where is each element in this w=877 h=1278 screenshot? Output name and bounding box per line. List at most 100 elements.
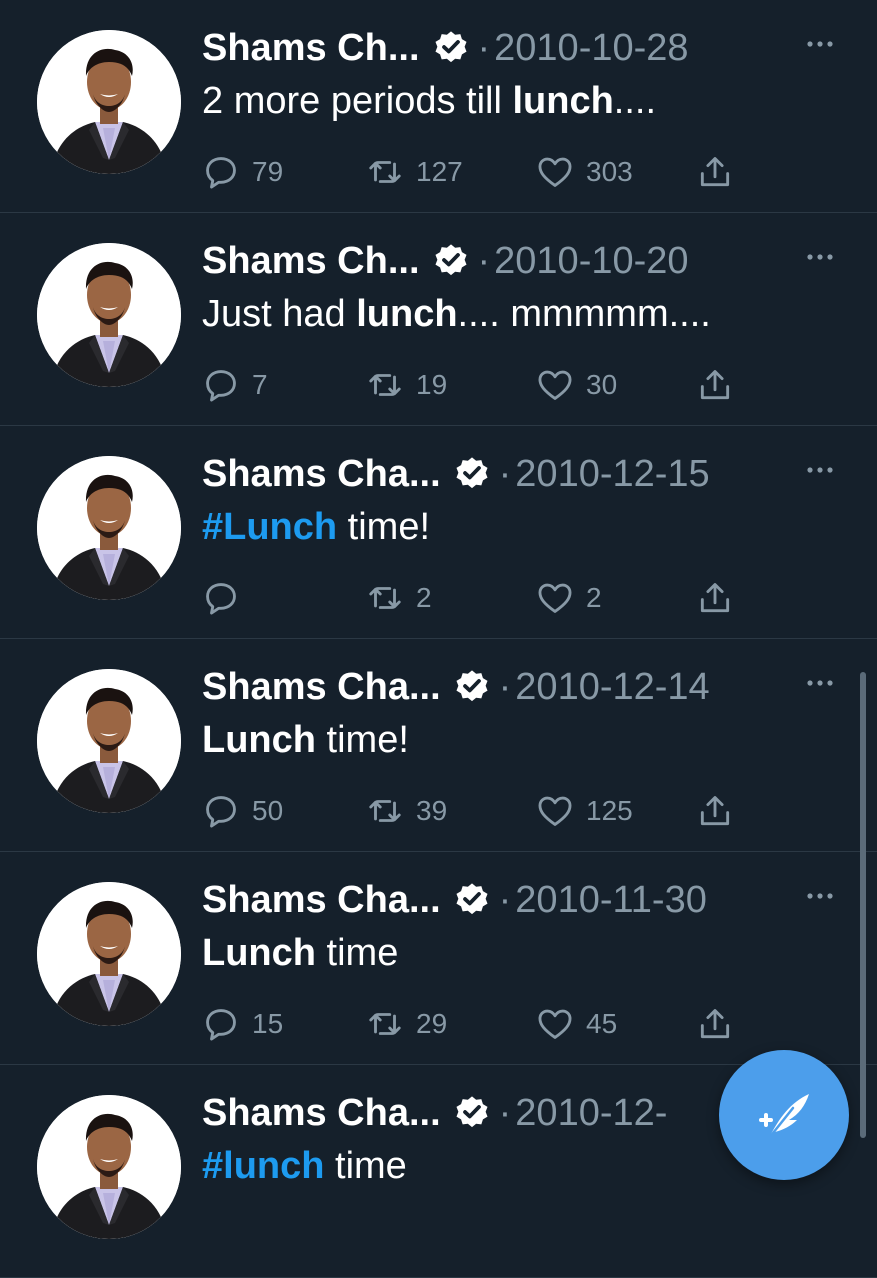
tweet-text: Lunch time! bbox=[202, 719, 409, 762]
avatar-photo bbox=[37, 30, 181, 174]
verified-badge-icon bbox=[456, 1096, 488, 1128]
more-options-icon[interactable] bbox=[805, 886, 835, 906]
dot-separator: · bbox=[477, 239, 491, 282]
like-count: 303 bbox=[586, 156, 633, 187]
tweet-header: Shams Ch... · 2010-10-28 bbox=[202, 22, 689, 74]
share-button[interactable] bbox=[696, 1004, 734, 1044]
like-button[interactable]: 125 bbox=[536, 791, 633, 831]
retweet-button[interactable]: 19 bbox=[366, 365, 447, 405]
tweet-row[interactable]: Shams Cha... · 2010-11-30 Lunch time 15 29 4… bbox=[0, 852, 877, 1065]
retweet-count: 19 bbox=[416, 369, 448, 400]
tweet-date[interactable]: 2010-11-30 bbox=[515, 879, 707, 922]
like-button[interactable]: 30 bbox=[536, 365, 617, 405]
retweet-button[interactable]: 2 bbox=[366, 578, 432, 618]
avatar[interactable] bbox=[37, 456, 181, 600]
reply-button[interactable]: 7 bbox=[202, 365, 268, 405]
dot-separator: · bbox=[498, 665, 512, 708]
tweet-text: Lunch time bbox=[202, 932, 398, 975]
retweet-button[interactable]: 39 bbox=[366, 791, 447, 831]
retweet-button[interactable]: 127 bbox=[366, 152, 463, 192]
tweet-text-segment: time bbox=[315, 932, 399, 974]
more-options-icon[interactable] bbox=[805, 247, 835, 267]
reply-button[interactable]: 15 bbox=[202, 1004, 283, 1044]
share-icon bbox=[700, 1009, 730, 1039]
tweet-text: Just had lunch.... mmmmm.... bbox=[202, 293, 711, 336]
scrollbar[interactable] bbox=[860, 672, 866, 1138]
tweet-text-segment: time! bbox=[337, 506, 431, 548]
tweet-date[interactable]: 2010-10-28 bbox=[494, 27, 688, 70]
avatar[interactable] bbox=[37, 243, 181, 387]
tweet-row[interactable]: Shams Cha... · 2010-12-15 #Lunch time! 2 2 bbox=[0, 426, 877, 639]
more-options-icon[interactable] bbox=[805, 460, 835, 480]
tweet-text-segment: time! bbox=[315, 719, 409, 761]
retweet-icon bbox=[369, 800, 401, 822]
more-options-icon[interactable] bbox=[805, 673, 835, 693]
heart-icon bbox=[538, 583, 572, 613]
share-icon bbox=[700, 370, 730, 400]
retweet-button[interactable]: 29 bbox=[366, 1004, 447, 1044]
avatar-photo bbox=[37, 1095, 181, 1239]
share-button[interactable] bbox=[696, 152, 734, 192]
dot-separator: · bbox=[498, 1091, 512, 1134]
reply-button[interactable] bbox=[202, 578, 252, 618]
highlighted-keyword: Lunch bbox=[202, 719, 316, 761]
compose-tweet-icon bbox=[759, 1094, 809, 1140]
author-name[interactable]: Shams Cha... bbox=[202, 666, 441, 709]
avatar[interactable] bbox=[37, 30, 181, 174]
tweet-actions: 79 127 303 bbox=[202, 152, 762, 192]
avatar-photo bbox=[37, 882, 181, 1026]
author-name[interactable]: Shams Cha... bbox=[202, 1092, 441, 1135]
like-button[interactable]: 303 bbox=[536, 152, 633, 192]
avatar-photo bbox=[37, 243, 181, 387]
tweet-row[interactable]: Shams Ch... · 2010-10-20 Just had lunch..… bbox=[0, 213, 877, 426]
tweet-text-segment: 2 more periods till bbox=[202, 80, 513, 122]
avatar-photo bbox=[37, 456, 181, 600]
author-name[interactable]: Shams Ch... bbox=[202, 240, 420, 283]
tweet-date[interactable]: 2010-10-20 bbox=[494, 240, 688, 283]
reply-button[interactable]: 50 bbox=[202, 791, 283, 831]
reply-count: 15 bbox=[252, 1008, 284, 1039]
tweet-row[interactable]: Shams Cha... · 2010-12-14 Lunch time! 50 39… bbox=[0, 639, 877, 852]
tweet-header: Shams Cha... · 2010-12-14 bbox=[202, 661, 710, 713]
reply-bubble-icon bbox=[206, 583, 236, 615]
heart-icon bbox=[538, 370, 572, 400]
compose-tweet-button[interactable] bbox=[719, 1050, 849, 1180]
share-button[interactable] bbox=[696, 365, 734, 405]
retweet-icon bbox=[369, 374, 401, 396]
heart-icon bbox=[538, 157, 572, 187]
tweet-date[interactable]: 2010-12-14 bbox=[515, 666, 709, 709]
author-name[interactable]: Shams Ch... bbox=[202, 27, 420, 70]
share-button[interactable] bbox=[696, 791, 734, 831]
avatar[interactable] bbox=[37, 1095, 181, 1239]
avatar[interactable] bbox=[37, 669, 181, 813]
reply-bubble-icon bbox=[206, 796, 236, 828]
tweet-text-segment: time bbox=[324, 1145, 407, 1187]
hashtag-link[interactable]: #lunch bbox=[202, 1145, 324, 1187]
verified-badge-icon bbox=[456, 670, 488, 702]
tweet-actions: 7 19 30 bbox=[202, 365, 762, 405]
verified-badge-icon bbox=[456, 457, 488, 489]
hashtag-link[interactable]: #Lunch bbox=[202, 506, 337, 548]
like-button[interactable]: 2 bbox=[536, 578, 602, 618]
highlighted-keyword: lunch bbox=[356, 293, 458, 335]
like-count: 30 bbox=[586, 369, 618, 400]
more-options-icon[interactable] bbox=[805, 34, 835, 54]
tweet-date[interactable]: 2010-12- bbox=[515, 1092, 667, 1135]
timeline-feed: Shams Ch... · 2010-10-28 2 more periods t… bbox=[0, 0, 877, 1278]
tweet-date[interactable]: 2010-12-15 bbox=[515, 453, 709, 496]
like-button[interactable]: 45 bbox=[536, 1004, 617, 1044]
avatar[interactable] bbox=[37, 882, 181, 1026]
reply-count: 79 bbox=[252, 156, 284, 187]
like-count: 2 bbox=[586, 582, 602, 613]
reply-button[interactable]: 79 bbox=[202, 152, 283, 192]
highlighted-keyword: lunch bbox=[512, 80, 614, 122]
share-button[interactable] bbox=[696, 578, 734, 618]
author-name[interactable]: Shams Cha... bbox=[202, 453, 441, 496]
author-name[interactable]: Shams Cha... bbox=[202, 879, 441, 922]
verified-badge-icon bbox=[456, 883, 488, 915]
retweet-icon bbox=[369, 161, 401, 183]
tweet-text: 2 more periods till lunch.... bbox=[202, 80, 656, 123]
tweet-header: Shams Cha... · 2010-12- bbox=[202, 1087, 667, 1139]
highlighted-keyword: Lunch bbox=[202, 932, 316, 974]
tweet-row[interactable]: Shams Ch... · 2010-10-28 2 more periods t… bbox=[0, 0, 877, 213]
